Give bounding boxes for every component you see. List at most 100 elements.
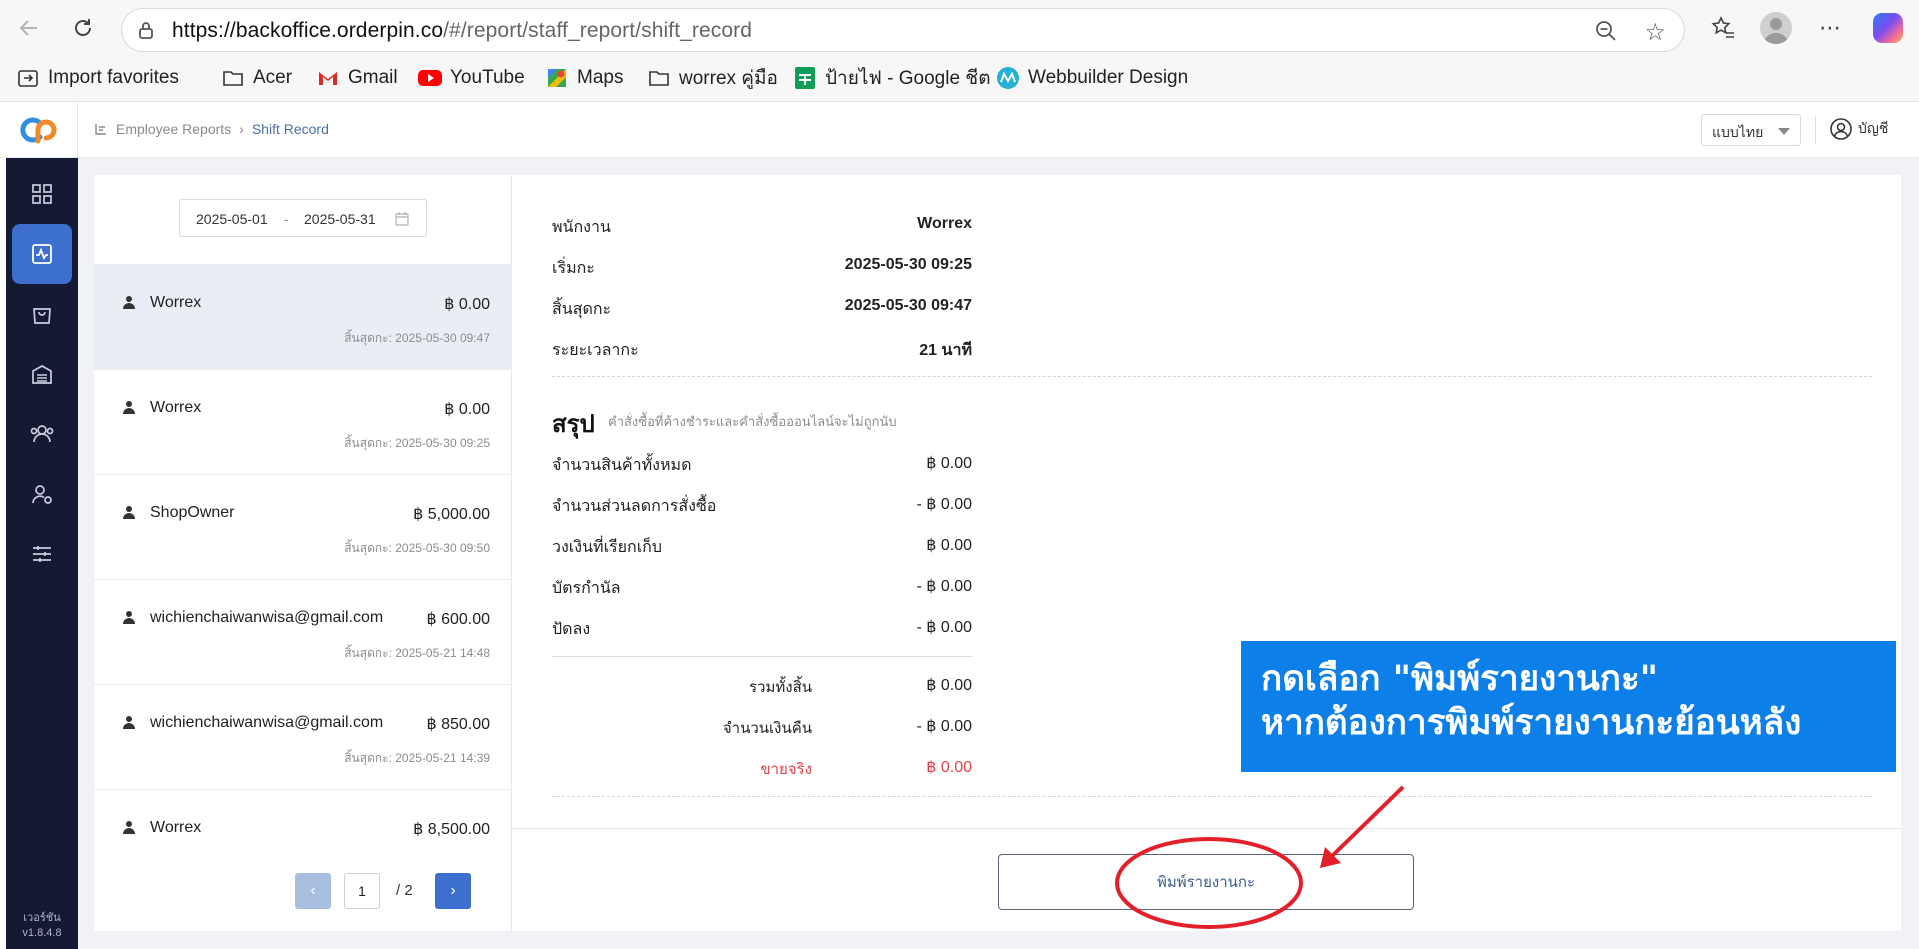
sidebar-item-reports[interactable]: [12, 224, 72, 284]
shift-amount: ฿ 850.00: [426, 716, 490, 733]
shift-list-item[interactable]: wichienchaiwanwisa@gmail.com ฿ 600.00 สิ…: [94, 579, 512, 684]
back-button[interactable]: [12, 11, 46, 45]
reload-button[interactable]: [66, 11, 100, 45]
shift-list-panel: 2025-05-01 - 2025-05-31 Worrex ฿ 0.00 สิ…: [94, 175, 512, 931]
shopping-bag-icon: [33, 308, 51, 324]
date-range-picker[interactable]: 2025-05-01 - 2025-05-31: [179, 199, 427, 237]
sidebar-item-inventory[interactable]: [12, 344, 72, 404]
gmail-icon: [316, 66, 340, 90]
folder-icon: [647, 66, 671, 90]
total-value: ฿ 0.00: [926, 759, 972, 776]
summary-label: ปัดลง: [552, 621, 591, 638]
shift-staff-name: wichienchaiwanwisa@gmail.com: [150, 714, 384, 731]
print-shift-report-button[interactable]: พิมพ์รายงานกะ: [998, 854, 1414, 910]
detail-value: 21 นาที: [919, 342, 972, 359]
url-host: https://backoffice.orderpin.co: [172, 19, 444, 42]
shift-list-item[interactable]: ShopOwner ฿ 5,000.00 สิ้นสุดกะ: 2025-05-…: [94, 474, 512, 579]
bookmark-label: Maps: [577, 67, 624, 88]
bookmark-webbuilder[interactable]: Webbuilder Design: [996, 64, 1188, 92]
bookmark-label: Acer: [253, 67, 293, 88]
sidebar-item-dashboard[interactable]: [12, 164, 72, 224]
next-page-button[interactable]: ›: [435, 873, 471, 909]
lock-icon: [139, 22, 153, 39]
total-row: รวมทั้งสิ้น ฿ 0.00: [552, 675, 972, 699]
language-value: แบบไทย: [1712, 124, 1764, 140]
zoom-out-icon[interactable]: [1594, 19, 1618, 43]
bookmark-youtube[interactable]: YouTube: [418, 64, 525, 92]
detail-label: ระยะเวลากะ: [552, 342, 639, 359]
shift-end-time: สิ้นสุดกะ: 2025-05-30 09:47: [344, 331, 490, 345]
favorites-icon[interactable]: [1707, 12, 1739, 44]
breadcrumb-parent[interactable]: Employee Reports: [116, 121, 231, 137]
pagination: ‹ 1 / 2 ›: [94, 873, 512, 909]
chevron-right-icon: ›: [239, 121, 244, 137]
user-circle-icon: [1830, 118, 1852, 140]
detail-value: Worrex: [917, 215, 972, 232]
refund-row: จำนวนเงินคืน - ฿ 0.00: [552, 716, 972, 740]
total-value: - ฿ 0.00: [916, 718, 972, 735]
user-icon: [123, 401, 135, 414]
prev-page-button[interactable]: ‹: [295, 873, 331, 909]
bookmark-google-sheet[interactable]: ป้ายไฟ - Google ชีต: [793, 64, 991, 92]
page-total: / 2: [396, 882, 413, 899]
detail-value: 2025-05-30 09:25: [844, 256, 972, 273]
shift-list-item[interactable]: Worrex ฿ 8,500.00: [94, 789, 512, 849]
user-icon: [123, 296, 135, 309]
sidebar-item-staff[interactable]: [12, 464, 72, 524]
url-text: https://backoffice.orderpin.co/#/report/…: [172, 19, 752, 43]
folder-icon: [221, 66, 245, 90]
sliders-icon: [33, 546, 51, 562]
youtube-icon: [418, 66, 442, 90]
shift-end-time: สิ้นสุดกะ: 2025-05-30 09:50: [344, 541, 490, 555]
import-icon: [16, 66, 40, 90]
reload-icon: [75, 19, 91, 36]
bookmark-gmail[interactable]: Gmail: [316, 64, 398, 92]
detail-row-shift-end: สิ้นสุดกะ 2025-05-30 09:47: [552, 297, 972, 321]
shift-amount: ฿ 8,500.00: [413, 821, 490, 838]
bookmark-label: YouTube: [450, 67, 525, 88]
shift-list-item[interactable]: wichienchaiwanwisa@gmail.com ฿ 850.00 สิ…: [94, 684, 512, 789]
profile-avatar[interactable]: [1760, 12, 1792, 44]
sidebar-item-customers[interactable]: [12, 404, 72, 464]
address-bar[interactable]: https://backoffice.orderpin.co/#/report/…: [121, 8, 1685, 52]
sidebar-item-settings[interactable]: [12, 524, 72, 584]
sidebar-item-orders[interactable]: [12, 284, 72, 344]
summary-row: บัตรกำนัล - ฿ 0.00: [552, 576, 972, 600]
shift-end-time: สิ้นสุดกะ: 2025-05-21 14:39: [344, 751, 490, 765]
summary-label: จำนวนสินค้าทั้งหมด: [552, 457, 692, 474]
orderpin-logo[interactable]: [6, 102, 78, 158]
more-menu-icon[interactable]: ⋯: [1814, 12, 1846, 44]
shift-amount: ฿ 5,000.00: [413, 506, 490, 523]
favorite-star-icon[interactable]: ☆: [1644, 18, 1666, 47]
date-start[interactable]: 2025-05-01: [196, 211, 268, 227]
webbuilder-icon: [996, 66, 1020, 90]
bookmark-import-favorites[interactable]: Import favorites: [16, 64, 179, 92]
breadcrumb-current: Shift Record: [251, 121, 329, 137]
shift-staff-name: wichienchaiwanwisa@gmail.com: [150, 609, 384, 626]
total-value: ฿ 0.00: [926, 677, 972, 694]
user-icon: [123, 716, 135, 729]
detail-label: เริ่มกะ: [552, 260, 595, 277]
page-number-input[interactable]: 1: [344, 873, 380, 909]
detail-label: สิ้นสุดกะ: [552, 301, 612, 318]
language-select[interactable]: แบบไทย: [1701, 114, 1801, 146]
date-end[interactable]: 2025-05-31: [304, 211, 376, 227]
summary-label: วงเงินที่เรียกเก็บ: [552, 539, 662, 556]
shift-list-item[interactable]: Worrex ฿ 0.00 สิ้นสุดกะ: 2025-05-30 09:4…: [94, 264, 512, 369]
total-label: รวมทั้งสิ้น: [749, 679, 812, 696]
copilot-icon[interactable]: [1872, 12, 1904, 44]
url-path: /#/report/staff_report/shift_record: [443, 19, 753, 42]
bookmark-acer[interactable]: Acer: [221, 64, 292, 92]
sheets-icon: [793, 66, 817, 90]
bookmark-maps[interactable]: Maps: [545, 64, 623, 92]
shift-amount: ฿ 0.00: [444, 401, 490, 418]
summary-row: ปัดลง - ฿ 0.00: [552, 617, 972, 641]
shift-staff-name: Worrex: [150, 294, 202, 311]
shift-list-item[interactable]: Worrex ฿ 0.00 สิ้นสุดกะ: 2025-05-30 09:2…: [94, 369, 512, 474]
version-number: v1.8.4.8: [22, 927, 62, 939]
version-label: เวอร์ชัน: [23, 912, 61, 924]
account-menu[interactable]: บัญชี: [1830, 118, 1888, 140]
bookmark-worrex-manual[interactable]: worrex คู่มือ: [647, 64, 778, 92]
bookmark-label: Gmail: [348, 67, 398, 88]
shift-end-time: สิ้นสุดกะ: 2025-05-30 09:25: [344, 436, 490, 450]
